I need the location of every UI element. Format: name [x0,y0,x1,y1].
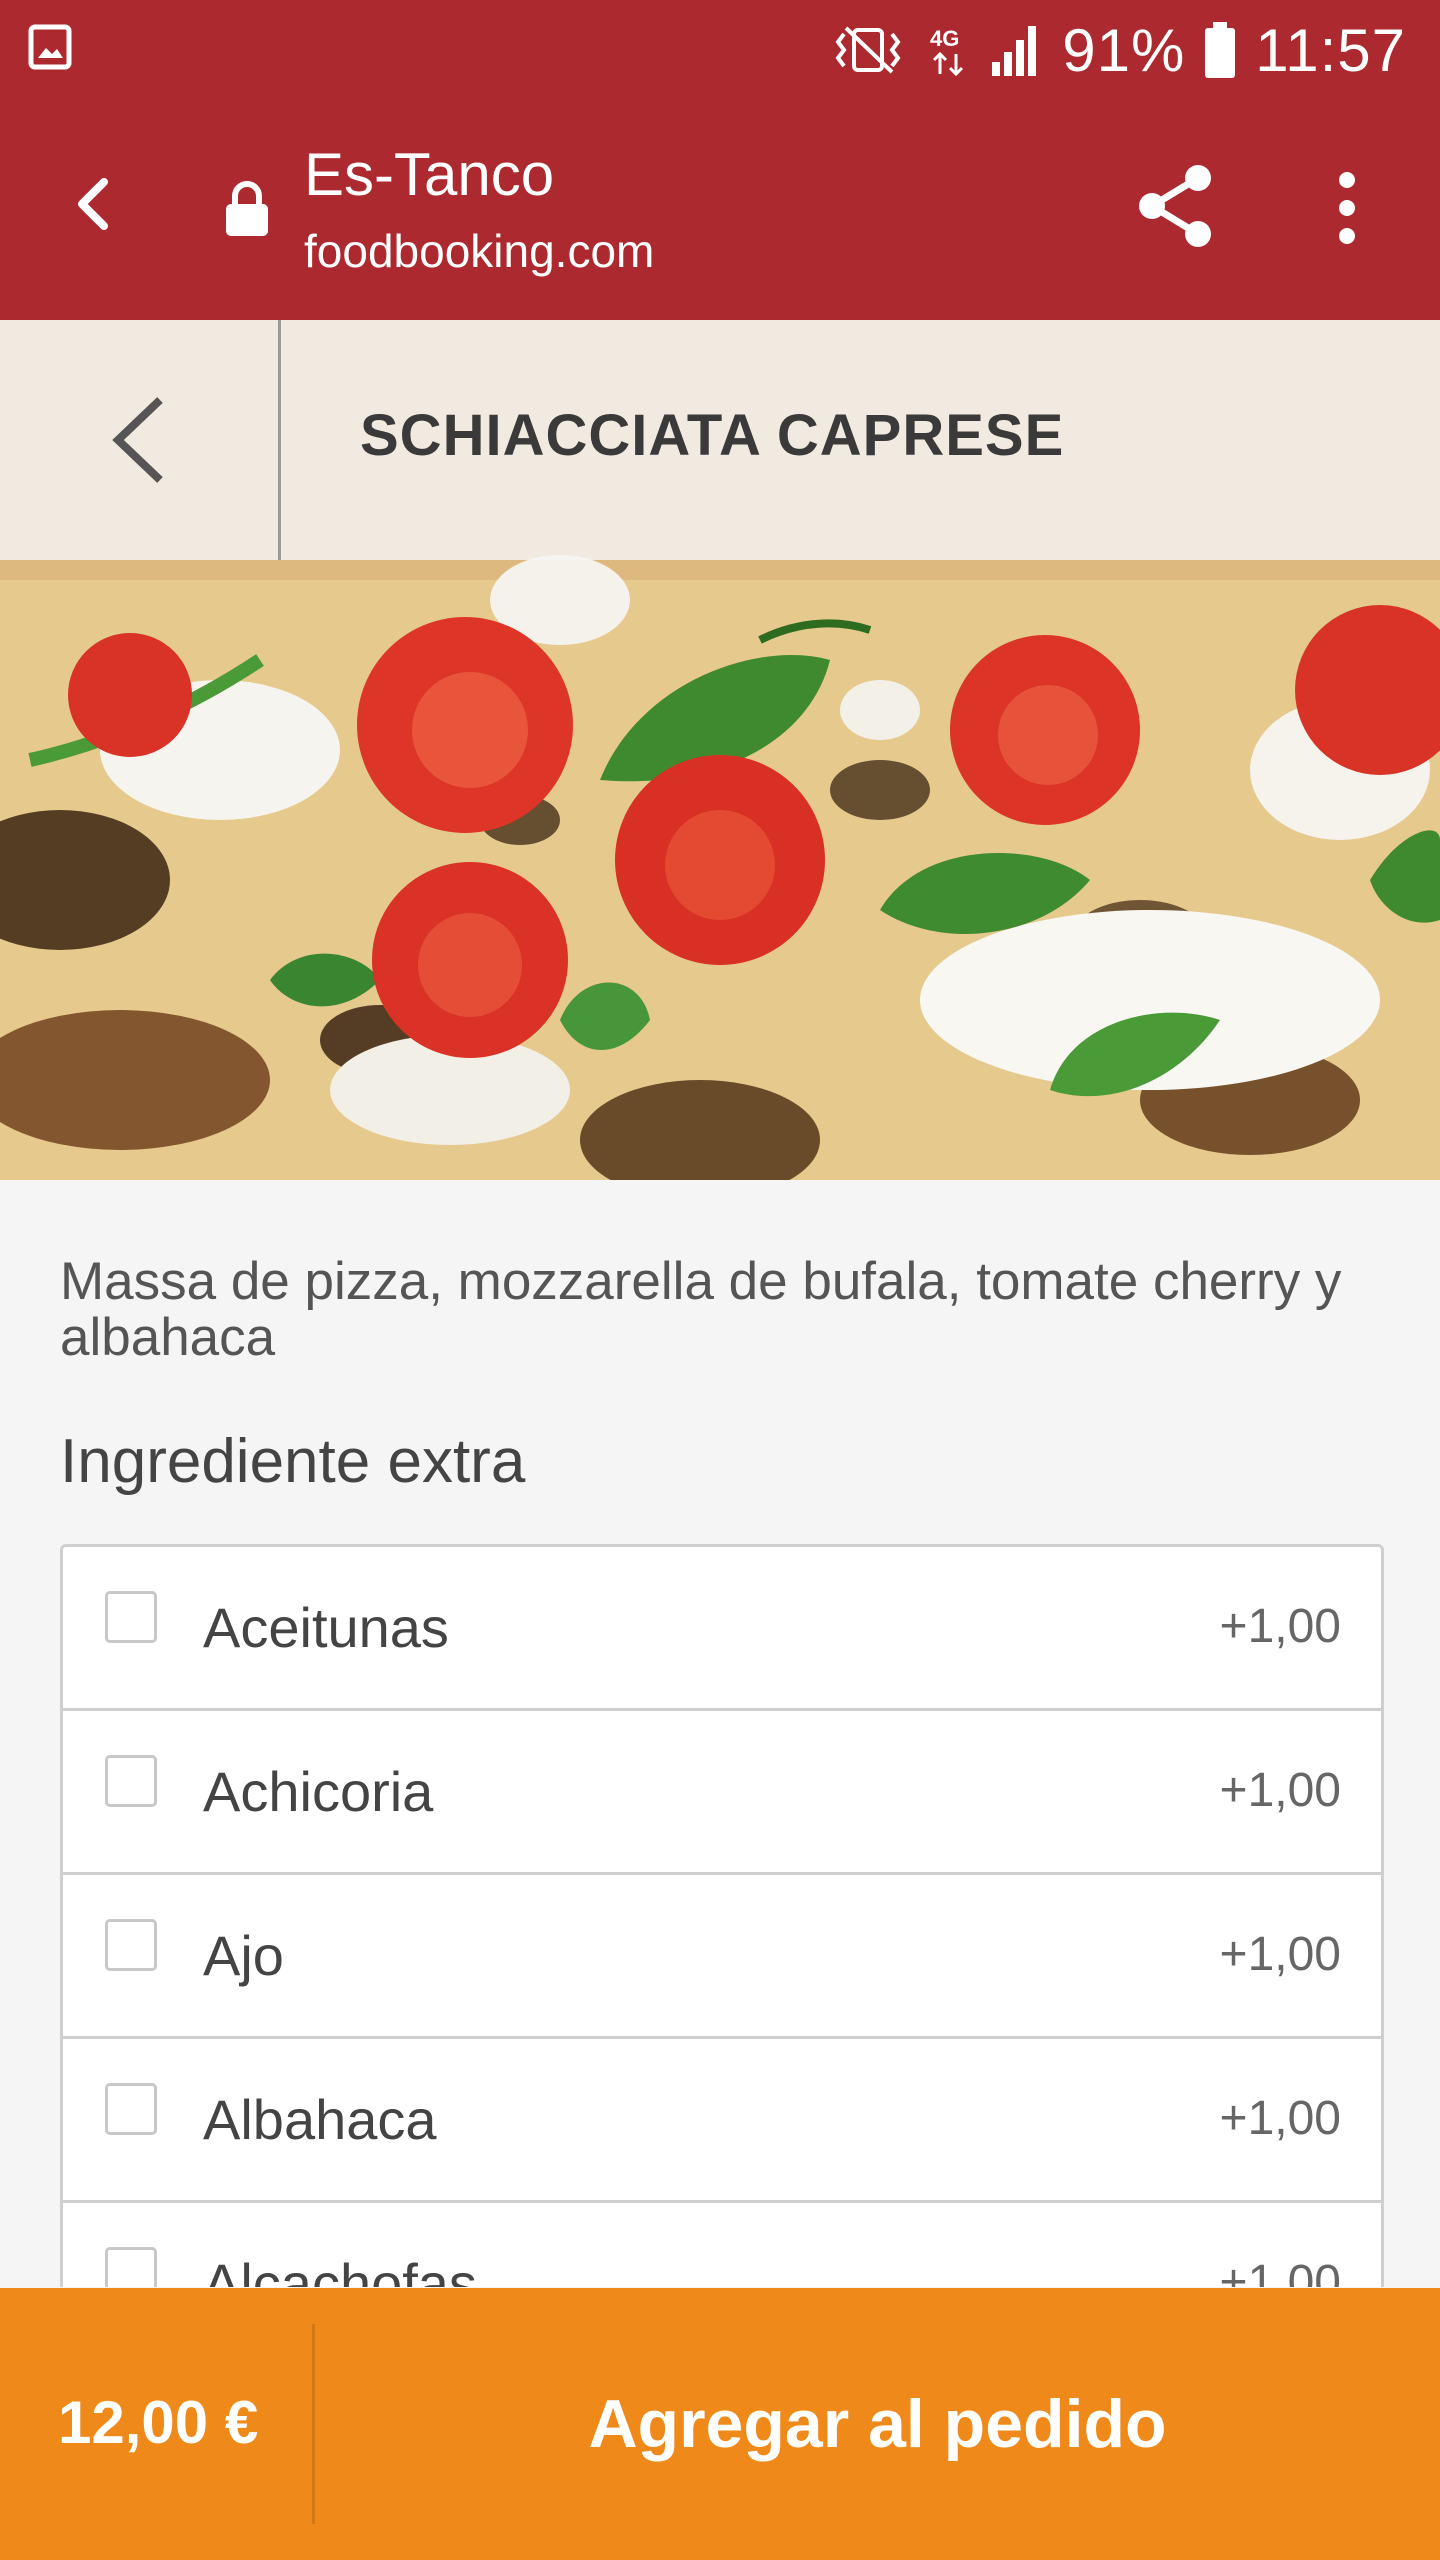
extra-price: +1,00 [1219,1600,1341,1653]
battery-percent: 91% [1062,16,1186,84]
extra-checkbox[interactable] [105,2247,157,2287]
extra-option-row[interactable]: Aceitunas +1,00 [63,1547,1381,1711]
battery-icon [1205,22,1236,78]
order-bar: 12,00 € Agregar al pedido [0,2288,1440,2560]
extra-option-row[interactable]: Albahaca +1,00 [63,2039,1381,2203]
chevron-left-icon[interactable] [100,392,180,488]
status-right-group: 4G 91% 11:57 [830,14,1406,86]
clock: 11:57 [1255,16,1406,84]
svg-text:4G: 4G [930,26,959,51]
lock-icon [226,181,268,236]
extra-price: +1,00 [1219,1928,1341,1981]
order-total: 12,00 € [58,2389,259,2456]
signal-icon [992,26,1037,76]
more-vert-icon[interactable] [1322,170,1372,246]
browser-toolbar: Es-Tanco foodbooking.com [0,100,1440,320]
extra-label: Albahaca [203,2088,437,2151]
vibrate-icon [835,26,901,74]
share-icon[interactable] [1136,162,1216,250]
extra-checkbox[interactable] [105,1919,157,1971]
product-hero: SCHIACCIATA CAPRESE [0,320,1440,1180]
add-to-order-label: Agregar al pedido [588,2386,1167,2462]
extra-price: +1,00 [1219,2092,1341,2145]
extra-label: Aceitunas [203,1596,449,1659]
product-header: SCHIACCIATA CAPRESE [0,320,1440,560]
extra-option-row[interactable]: Alcachofas +1,00 [63,2203,1381,2287]
product-title: SCHIACCIATA CAPRESE [360,403,1065,468]
extra-option-row[interactable]: Ajo +1,00 [63,1875,1381,2039]
extra-checkbox[interactable] [105,1591,157,1643]
status-bar: 4G 91% 11:57 [0,0,1440,100]
add-to-order-button[interactable]: Agregar al pedido [315,2288,1440,2560]
extras-section-title: Ingrediente extra [60,1427,526,1496]
extra-label: Ajo [203,1924,284,1987]
extras-list: Aceitunas +1,00 Achicoria +1,00 Ajo +1,0… [60,1544,1384,2287]
product-description: Massa de pizza, mozzarella de bufala, to… [60,1252,1342,1367]
extra-option-row[interactable]: Achicoria +1,00 [63,1711,1381,1875]
extra-checkbox[interactable] [105,2083,157,2135]
site-url[interactable]: foodbooking.com [304,224,654,278]
extra-label: Achicoria [203,1760,434,1823]
extra-price: +1,00 [1219,2256,1341,2287]
gallery-icon [28,24,72,70]
extra-price: +1,00 [1219,1764,1341,1817]
back-arrow-icon[interactable] [64,172,128,236]
header-divider [278,320,281,560]
extra-label: Alcachofas [203,2252,477,2287]
site-title: Es-Tanco [304,141,555,208]
extra-checkbox[interactable] [105,1755,157,1807]
network-4g-icon: 4G [930,26,964,77]
